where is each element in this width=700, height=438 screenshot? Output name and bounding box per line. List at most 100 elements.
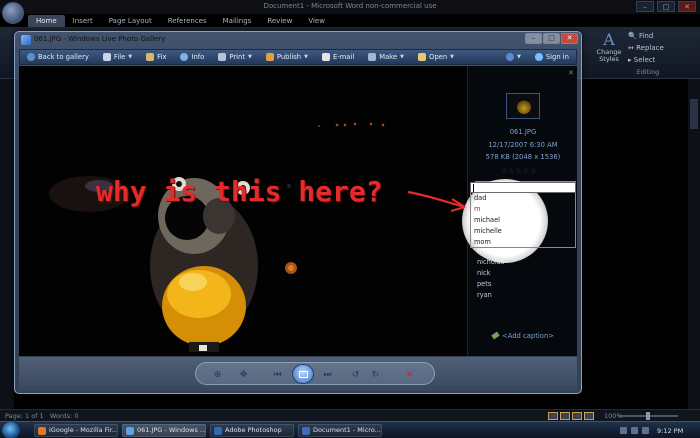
close-button[interactable]: ✕ (678, 1, 696, 12)
tab-view[interactable]: View (300, 15, 333, 27)
gallery-toolbar: Back to gallery File ▼ Fix Info Print ▼ Pu… (19, 49, 577, 65)
help-button[interactable]: ▼ (499, 49, 528, 65)
scroll-thumb[interactable] (690, 99, 698, 129)
photo-gallery-icon (126, 427, 134, 435)
network-icon[interactable] (620, 427, 627, 434)
tab-page-layout[interactable]: Page Layout (101, 15, 160, 27)
publish-menu[interactable]: Publish ▼ (259, 49, 315, 65)
tab-review[interactable]: Review (259, 15, 300, 27)
word-vertical-scrollbar[interactable] (688, 79, 700, 409)
replace-label: Replace (636, 44, 664, 52)
gallery-minimize-button[interactable]: – (525, 33, 542, 44)
photo-thumbnail[interactable] (506, 93, 540, 119)
delete-icon[interactable]: ✕ (402, 367, 417, 382)
replace-button[interactable]: ↔ Replace (628, 44, 664, 52)
outline-view-button[interactable] (584, 412, 594, 420)
chevron-down-icon: ▼ (128, 54, 133, 60)
photoshop-icon (214, 427, 222, 435)
tag-item-pets[interactable]: pets (475, 279, 576, 290)
star-icon[interactable]: ☆ (501, 167, 507, 175)
add-caption-link[interactable]: <Add caption> (491, 331, 554, 340)
fix-button[interactable]: Fix (139, 49, 173, 65)
taskbar-label: iGoogle - Mozilla Fir... (49, 426, 118, 434)
actual-size-icon[interactable]: ✥ (236, 367, 251, 382)
find-button[interactable]: 🔍 Find (628, 32, 653, 40)
minimize-button[interactable]: – (636, 1, 654, 12)
page-status[interactable]: Page: 1 of 1 Words: 0 (5, 412, 78, 420)
email-button[interactable]: E-mail (315, 49, 361, 65)
taskbar-item-word[interactable]: Document1 - Micro... (298, 424, 382, 437)
select-button[interactable]: ▸ Select (628, 56, 655, 64)
tab-mailings[interactable]: Mailings (215, 15, 260, 27)
user-icon (534, 53, 543, 61)
file-label: File (113, 53, 126, 61)
power-icon[interactable] (642, 427, 649, 434)
star-icon[interactable]: ☆ (516, 167, 522, 175)
highlighted-tag-input[interactable] (470, 182, 576, 193)
tag-item-ryan[interactable]: ryan (475, 290, 576, 301)
gallery-close-button[interactable]: ✕ (561, 33, 578, 44)
word-window-title: Document1 - Microsoft Word non-commercia… (263, 2, 437, 10)
web-layout-view-button[interactable] (572, 412, 582, 420)
file-menu[interactable]: File ▼ (96, 49, 139, 65)
sign-in-button[interactable]: Sign in (528, 49, 576, 65)
info-button[interactable]: Info (173, 49, 211, 65)
gallery-window-controls: – □ ✕ (525, 33, 578, 44)
star-rating[interactable]: ☆ ☆ ☆ ☆ ☆ (501, 167, 536, 175)
print-menu[interactable]: Print ▼ (211, 49, 259, 65)
highlighted-tag-michelle[interactable]: michelle (474, 226, 502, 236)
maximize-button[interactable]: □ (657, 1, 675, 12)
photo-filename[interactable]: 061.JPG (468, 128, 578, 136)
tag-item-nick[interactable]: nick (475, 268, 576, 279)
make-label: Make (379, 53, 398, 61)
full-screen-view-button[interactable] (560, 412, 570, 420)
star-icon[interactable]: ☆ (530, 167, 536, 175)
make-menu[interactable]: Make ▼ (361, 49, 411, 65)
previous-icon[interactable]: ⏮ (270, 367, 285, 382)
star-icon[interactable]: ☆ (523, 167, 529, 175)
zoom-slider-knob[interactable] (646, 412, 650, 420)
taskbar: iGoogle - Mozilla Fir... 061.JPG - Windo… (0, 421, 700, 438)
gallery-window-title: 061.JPG - Windows Live Photo Gallery (34, 35, 166, 43)
tab-home[interactable]: Home (28, 15, 65, 27)
folder-open-icon (418, 53, 427, 61)
gallery-maximize-button[interactable]: □ (543, 33, 560, 44)
slideshow-button[interactable] (292, 364, 314, 384)
photo-view[interactable] (19, 66, 467, 356)
start-button[interactable] (2, 422, 20, 438)
back-arrow-icon (27, 53, 35, 61)
highlighted-tag-dad[interactable]: dad (474, 193, 486, 203)
vertical-ruler (0, 79, 14, 409)
print-layout-view-button[interactable] (548, 412, 558, 420)
taskbar-item-firefox[interactable]: iGoogle - Mozilla Fir... (34, 424, 118, 437)
back-to-gallery-label: Back to gallery (38, 53, 89, 61)
star-icon[interactable]: ☆ (508, 167, 514, 175)
publish-label: Publish (276, 53, 302, 61)
sign-in-label: Sign in (545, 53, 569, 61)
open-menu[interactable]: Open ▼ (411, 49, 461, 65)
pane-close-icon[interactable]: ✕ (568, 69, 574, 77)
firefox-icon (38, 427, 46, 435)
rotate-left-icon[interactable]: ↺ (348, 367, 363, 382)
highlighted-tag-mom[interactable]: mom (474, 237, 491, 247)
photo-datetime[interactable]: 12/17/2007 6:30 AM (468, 141, 578, 149)
highlighted-tag-michael[interactable]: michael (474, 215, 500, 225)
back-to-gallery-button[interactable]: Back to gallery (20, 49, 96, 65)
chevron-down-icon: ▼ (247, 54, 252, 60)
editing-group-label: Editing (636, 68, 660, 76)
next-icon[interactable]: ⏭ (320, 367, 335, 382)
office-button[interactable] (2, 2, 24, 24)
tab-insert[interactable]: Insert (65, 15, 101, 27)
select-label: Select (633, 56, 656, 64)
highlighted-tag-m[interactable]: m (474, 204, 480, 214)
rotate-right-icon[interactable]: ↻ (368, 367, 383, 382)
clock[interactable]: 9:12 PM (657, 427, 683, 435)
taskbar-item-photo-gallery[interactable]: 061.JPG - Windows ... (122, 424, 206, 437)
volume-icon[interactable] (631, 427, 638, 434)
zoom-icon[interactable]: ⊕ (210, 367, 225, 382)
taskbar-item-photoshop[interactable]: Adobe Photoshop (210, 424, 294, 437)
open-label: Open (429, 53, 448, 61)
word-status-bar: Page: 1 of 1 Words: 0 100% (0, 409, 700, 421)
change-styles-button[interactable]: A Change Styles (595, 31, 623, 63)
tab-references[interactable]: References (160, 15, 215, 27)
